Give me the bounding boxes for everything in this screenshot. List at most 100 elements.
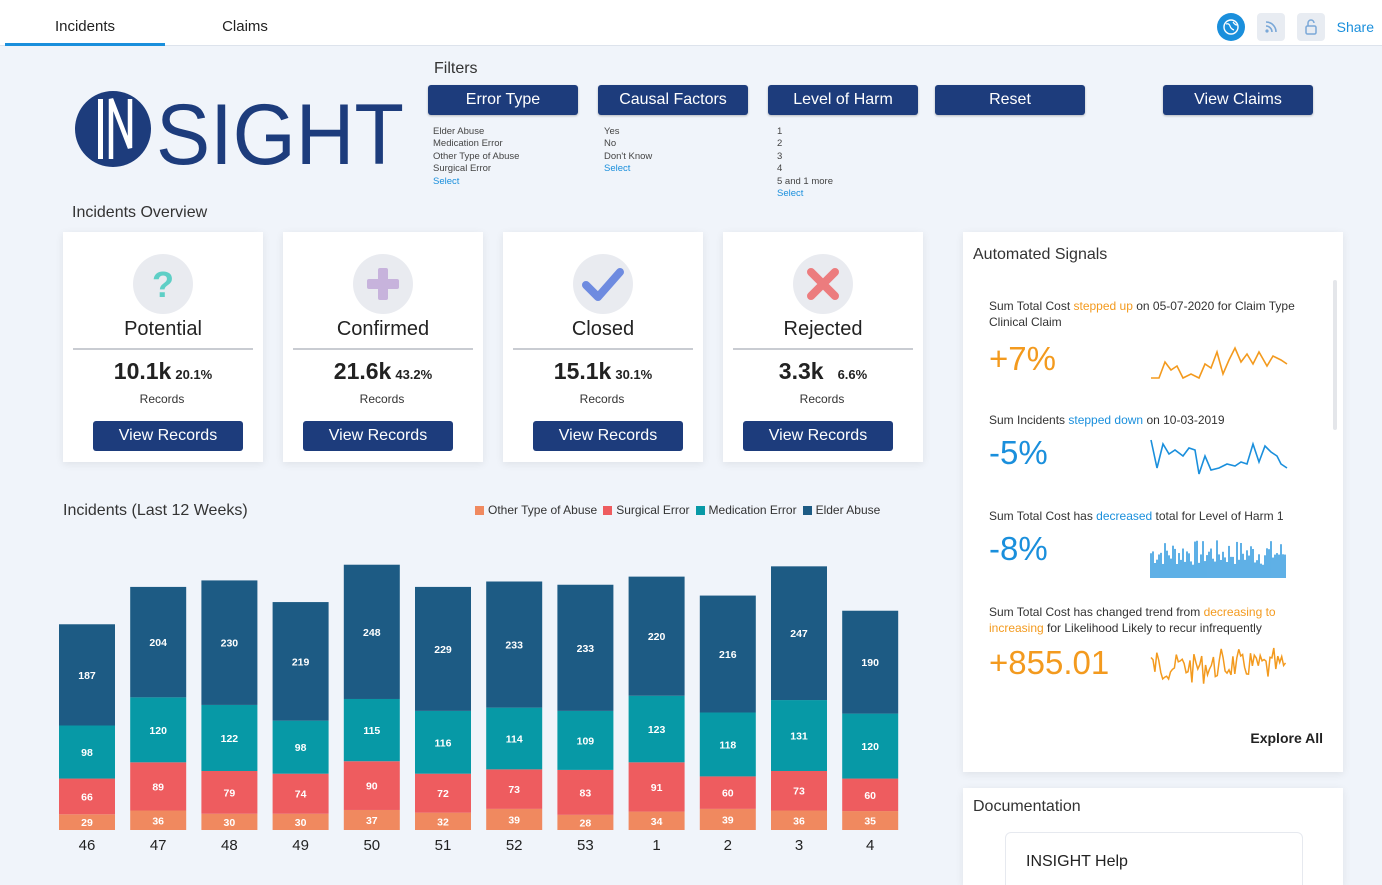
card-percent: 43.2%	[395, 367, 433, 382]
level-of-harm-list: 1 2 3 4 5 and 1 more Select	[777, 126, 833, 200]
card-potential: ? Potential 10.1k 20.1% Records View Reco…	[63, 232, 263, 462]
x-tick-label: 51	[435, 837, 452, 854]
card-stat: 3.3k 6.6%	[723, 358, 923, 385]
view-records-button[interactable]: View Records	[93, 421, 243, 451]
data-label: 37	[366, 815, 378, 827]
causal-factors-select-link[interactable]: Select	[604, 163, 652, 175]
legend-label: Other Type of Abuse	[488, 503, 598, 517]
rss-icon[interactable]	[1256, 13, 1285, 41]
level-of-harm-button[interactable]: Level of Harm	[768, 85, 918, 115]
card-records-label: Records	[799, 392, 845, 406]
filter-value: 1	[777, 126, 783, 137]
share-link[interactable]: Share	[1337, 19, 1374, 35]
card-divider	[293, 348, 473, 350]
legend-swatch	[802, 505, 812, 515]
x-tick-label: 52	[506, 837, 523, 854]
legend-swatch	[695, 505, 705, 515]
data-label: 66	[81, 791, 93, 803]
signal-text: on 10-03-2019	[1143, 413, 1225, 427]
documentation-title: Documentation	[973, 798, 1081, 815]
filter-value: 2	[777, 138, 783, 150]
data-label: 91	[651, 782, 663, 794]
card-percent: 30.1%	[615, 367, 653, 382]
filter-value: 5 and 1 more	[777, 175, 833, 187]
signal-text: Sum Total Cost has	[989, 509, 1097, 523]
signal-description: Sum Total Cost stepped up on 05-07-2020 …	[989, 298, 1299, 330]
app-root: Incidents Claims Share SIGHT Filters Err…	[0, 0, 1382, 885]
card-percent: 6.6%	[837, 367, 868, 382]
signal-text: Sum Total Cost	[989, 299, 1074, 313]
legend-swatch	[475, 505, 484, 515]
view-records-button[interactable]: View Records	[743, 421, 893, 451]
tab-claims[interactable]: Claims	[165, 0, 325, 46]
x-tick-label: 49	[292, 837, 309, 854]
view-records-button[interactable]: View Records	[533, 421, 683, 451]
signal-item[interactable]: Sum Total Cost has decreased total for L…	[989, 508, 1299, 598]
card-title: Closed	[571, 318, 635, 340]
lock-icon[interactable]	[1296, 13, 1325, 41]
card-value: 3.3k	[778, 358, 824, 384]
card-divider	[513, 348, 693, 350]
view-claims-button[interactable]: View Claims	[1163, 85, 1313, 115]
x-tick-label: 4	[866, 837, 874, 854]
data-label: 233	[577, 643, 595, 655]
data-label: 60	[864, 790, 876, 802]
reset-button[interactable]: Reset	[935, 85, 1085, 115]
card-title: Confirmed	[336, 318, 430, 340]
signal-description: Sum Total Cost has decreased total for L…	[989, 508, 1299, 524]
insight-logo: SIGHT	[72, 87, 407, 183]
data-label: 131	[790, 731, 808, 743]
tab-incidents[interactable]: Incidents	[5, 0, 165, 46]
data-label: 36	[793, 815, 805, 827]
data-label: 30	[224, 817, 236, 829]
data-label: 187	[78, 670, 96, 682]
data-label: 233	[505, 640, 523, 652]
explore-all-link[interactable]: Explore All	[1250, 730, 1323, 746]
card-value: 10.1k	[113, 358, 172, 384]
signal-item[interactable]: Sum Incidents stepped down on 10-03-2019…	[989, 412, 1299, 502]
signals-scrollbar[interactable]	[1333, 280, 1337, 430]
signal-description: Sum Total Cost has changed trend from de…	[989, 604, 1299, 636]
data-label: 120	[861, 741, 879, 753]
level-of-harm-select-link[interactable]: Select	[777, 188, 833, 200]
insight-help-link[interactable]: INSIGHT Help	[1005, 832, 1303, 885]
legend-label: Surgical Error	[616, 503, 690, 517]
data-label: 30	[295, 817, 307, 829]
card-rejected: Rejected 3.3k 6.6% Records View Records	[723, 232, 923, 462]
signals-panel: Automated Signals Sum Total Cost stepped…	[963, 232, 1343, 772]
data-label: 115	[363, 725, 380, 737]
signal-sparkline	[1150, 540, 1286, 578]
error-type-button[interactable]: Error Type	[428, 85, 578, 115]
signal-text: Sum Total Cost has changed trend from	[989, 605, 1204, 619]
card-records-label: Records	[579, 392, 625, 406]
signal-item[interactable]: Sum Total Cost has changed trend from de…	[989, 604, 1299, 704]
filter-value: Yes	[604, 126, 620, 137]
data-label: 29	[81, 817, 93, 829]
filter-value: 4	[777, 163, 783, 175]
signal-item[interactable]: Sum Total Cost stepped up on 05-07-2020 …	[989, 298, 1299, 398]
svg-text:?: ?	[152, 264, 174, 304]
error-type-select-link[interactable]: Select	[433, 176, 519, 188]
legend-label: Medication Error	[708, 503, 797, 517]
data-label: 36	[152, 815, 164, 827]
filters-title: Filters	[434, 60, 478, 77]
x-tick-label: 47	[150, 837, 167, 854]
legend-label: Elder Abuse	[815, 503, 881, 517]
signal-description: Sum Incidents stepped down on 10-03-2019	[989, 412, 1299, 428]
card-records-label: Records	[359, 392, 405, 406]
data-label: 90	[366, 781, 378, 793]
chart-legend: Other Type of Abuse Surgical Error Medic…	[471, 503, 880, 517]
signal-sparkline	[1150, 647, 1287, 684]
documentation-panel: Documentation INSIGHT Help	[963, 788, 1343, 885]
filter-value: 3	[777, 150, 783, 162]
signal-text: total for Level of Harm 1	[1152, 509, 1284, 523]
x-tick-label: 50	[363, 837, 380, 854]
error-type-list: Elder Abuse Medication Error Other Type …	[433, 126, 519, 188]
causal-factors-button[interactable]: Causal Factors	[598, 85, 748, 115]
globe-icon[interactable]	[1216, 13, 1245, 41]
sparkline-line	[1150, 647, 1287, 684]
card-confirmed: Confirmed 21.6k 43.2% Records View Record…	[283, 232, 483, 462]
data-label: 74	[295, 789, 307, 801]
data-label: 118	[719, 739, 736, 751]
view-records-button[interactable]: View Records	[303, 421, 453, 451]
